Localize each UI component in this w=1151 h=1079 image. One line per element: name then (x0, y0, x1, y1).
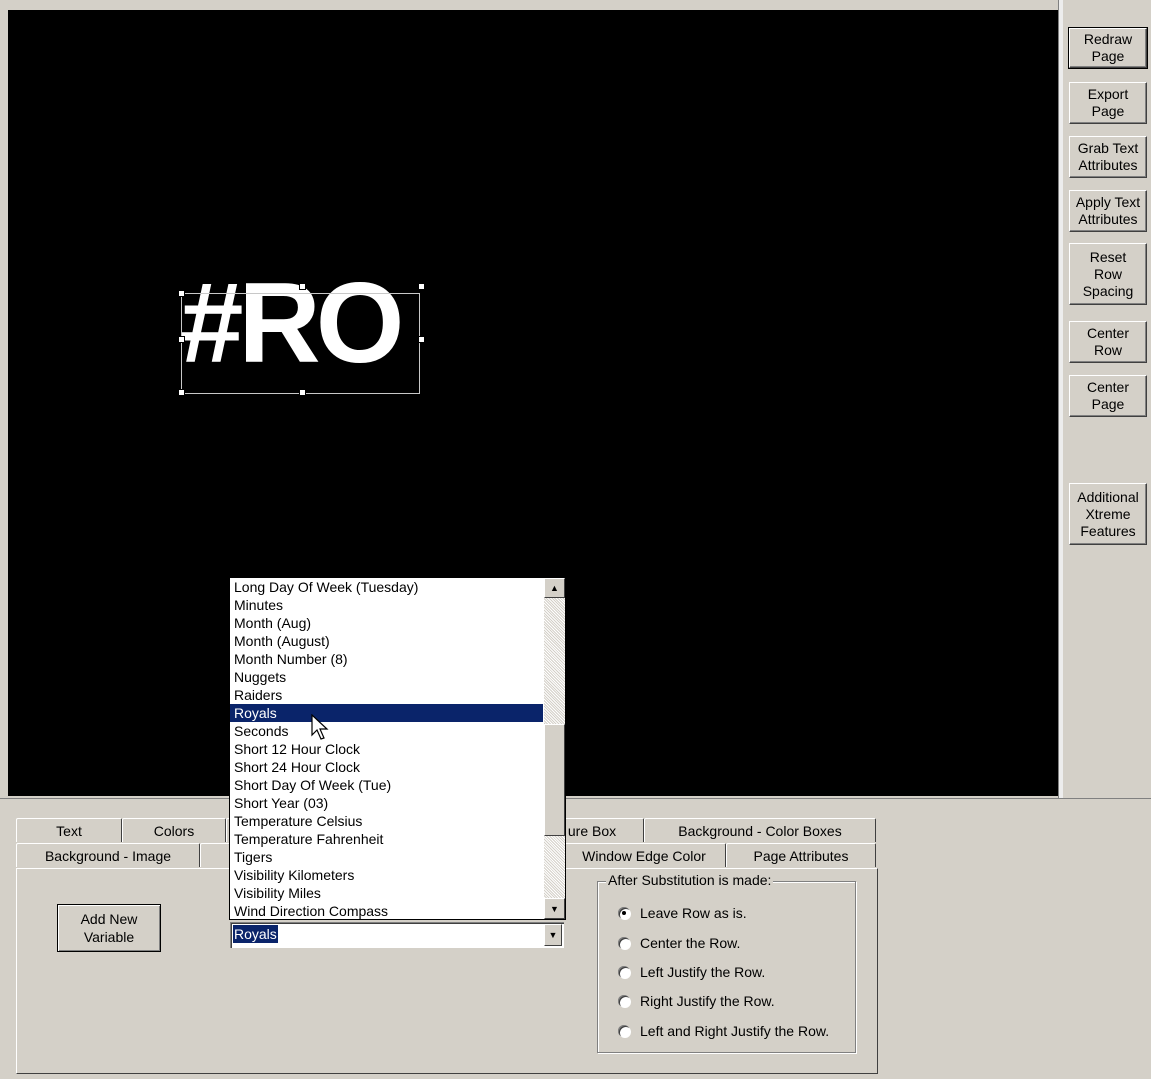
radio-left-justify[interactable]: Left Justify the Row. (618, 962, 765, 982)
resize-handle-bl[interactable] (178, 389, 185, 396)
center-row-button[interactable]: Center Row (1069, 321, 1147, 363)
radio-button[interactable] (618, 966, 630, 978)
add-new-variable-button[interactable]: Add New Variable (57, 904, 161, 952)
group-title: After Substitution is made: (606, 872, 774, 888)
arrow-down-icon: ▼ (550, 903, 559, 914)
radio-label: Left Justify the Row. (640, 964, 766, 980)
grab-text-attributes-button[interactable]: Grab Text Attributes (1069, 136, 1147, 178)
variable-dropdown-list[interactable]: Long Day Of Week (Tuesday) Minutes Month (… (229, 577, 566, 920)
variable-combo-box[interactable]: Royals ▼ (230, 922, 564, 948)
chevron-down-icon: ▼ (548, 930, 558, 940)
radio-label: Left and Right Justify the Row. (640, 1023, 830, 1039)
list-item[interactable]: Tigers (230, 848, 543, 866)
radio-left-right-justify[interactable]: Left and Right Justify the Row. (618, 1021, 829, 1041)
list-item[interactable]: Nuggets (230, 668, 543, 686)
resize-handle-tl[interactable] (178, 290, 185, 297)
list-item[interactable]: Short Year (03) (230, 794, 543, 812)
tab-background-image[interactable]: Background - Image (16, 843, 200, 867)
radio-leave-row[interactable]: Leave Row as is. (618, 903, 747, 923)
scroll-thumb[interactable] (544, 724, 565, 836)
additional-xtreme-features-button[interactable]: Additional Xtreme Features (1069, 483, 1147, 545)
radio-button[interactable] (618, 995, 630, 1007)
selection-rectangle (181, 293, 420, 394)
combo-dropdown-button[interactable]: ▼ (544, 924, 562, 946)
radio-label: Leave Row as is. (640, 905, 747, 921)
selected-text-object[interactable]: #RO (174, 267, 425, 397)
list-item[interactable]: Wind Direction Compass (230, 902, 543, 919)
list-item[interactable]: Short 12 Hour Clock (230, 740, 543, 758)
scroll-up-button[interactable]: ▲ (544, 578, 565, 598)
right-toolbar: Redraw Page Export Page Grab Text Attrib… (1063, 0, 1151, 798)
list-item[interactable]: Royals (230, 704, 543, 722)
tab-window-edge-color[interactable]: Window Edge Color (562, 843, 726, 867)
apply-text-attributes-button[interactable]: Apply Text Attributes (1069, 190, 1147, 232)
list-item[interactable]: Month Number (8) (230, 650, 543, 668)
list-item[interactable]: Month (August) (230, 632, 543, 650)
radio-label: Right Justify the Row. (640, 993, 775, 1009)
radio-label: Center the Row. (640, 935, 741, 951)
reset-row-spacing-button[interactable]: Reset Row Spacing (1069, 243, 1147, 305)
resize-handle-t[interactable] (299, 283, 306, 290)
list-item[interactable]: Minutes (230, 596, 543, 614)
list-item[interactable]: Raiders (230, 686, 543, 704)
radio-button[interactable] (618, 1025, 630, 1037)
tab-page-attributes[interactable]: Page Attributes (726, 843, 876, 867)
mouse-pointer-icon (311, 714, 329, 740)
list-item[interactable]: Month (Aug) (230, 614, 543, 632)
list-item[interactable]: Short Day Of Week (Tue) (230, 776, 543, 794)
combo-selected-value: Royals (233, 925, 278, 943)
tab-background-color-boxes[interactable]: Background - Color Boxes (644, 818, 876, 842)
radio-button[interactable] (618, 937, 630, 949)
tab-hidden-2[interactable] (200, 843, 230, 867)
list-item[interactable]: Short 24 Hour Clock (230, 758, 543, 776)
list-item[interactable]: Long Day Of Week (Tuesday) (230, 578, 543, 596)
arrow-up-icon: ▲ (550, 583, 559, 593)
dropdown-items: Long Day Of Week (Tuesday) Minutes Month (… (230, 578, 543, 919)
resize-handle-l[interactable] (178, 336, 185, 343)
tab-colors[interactable]: Colors (122, 818, 226, 842)
tab-text[interactable]: Text (16, 818, 122, 842)
center-page-button[interactable]: Center Page (1069, 375, 1147, 417)
resize-handle-r[interactable] (418, 336, 425, 343)
list-item[interactable]: Visibility Miles (230, 884, 543, 902)
export-page-button[interactable]: Export Page (1069, 82, 1147, 124)
list-item[interactable]: Visibility Kilometers (230, 866, 543, 884)
radio-center-row[interactable]: Center the Row. (618, 933, 740, 953)
resize-handle-tr[interactable] (418, 283, 425, 290)
list-item[interactable]: Temperature Fahrenheit (230, 830, 543, 848)
list-item[interactable]: Temperature Celsius (230, 812, 543, 830)
dropdown-scrollbar[interactable]: ▲ ▼ (544, 578, 565, 919)
resize-handle-b[interactable] (299, 389, 306, 396)
radio-button-selected[interactable] (618, 907, 630, 919)
radio-right-justify[interactable]: Right Justify the Row. (618, 991, 775, 1011)
list-item[interactable]: Seconds (230, 722, 543, 740)
scroll-down-button[interactable]: ▼ (544, 898, 565, 919)
redraw-page-button[interactable]: Redraw Page (1068, 27, 1148, 69)
